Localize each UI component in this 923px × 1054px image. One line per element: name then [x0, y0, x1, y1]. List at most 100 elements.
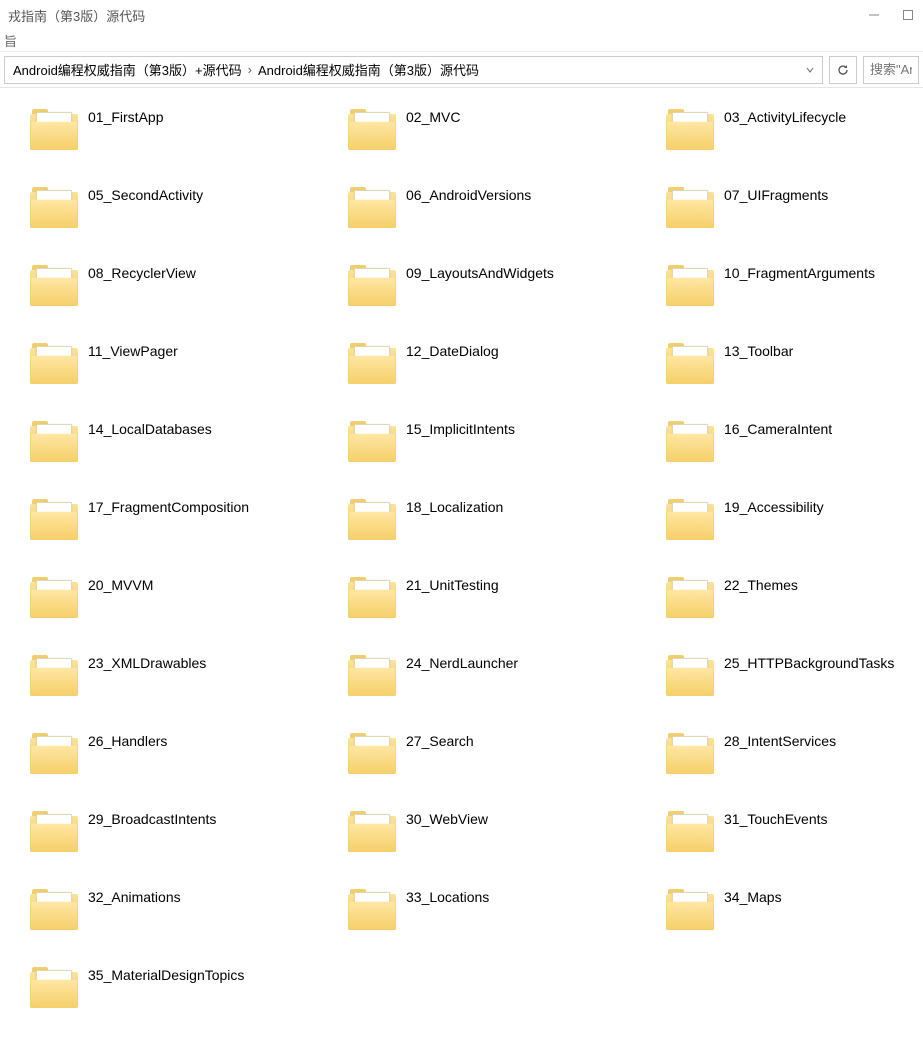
folder-item[interactable]: 26_Handlers [28, 728, 328, 780]
search-input[interactable] [863, 56, 919, 84]
folder-item[interactable]: 35_MaterialDesignTopics [28, 962, 328, 1014]
folder-icon [666, 418, 714, 466]
folder-item[interactable]: 23_XMLDrawables [28, 650, 328, 702]
folder-item[interactable]: 12_DateDialog [346, 338, 646, 390]
folder-label: 03_ActivityLifecycle [724, 106, 846, 126]
breadcrumb-dropdown-icon[interactable] [802, 62, 818, 77]
folder-label: 32_Animations [88, 886, 181, 906]
refresh-button[interactable] [829, 56, 857, 84]
folder-item[interactable]: 33_Locations [346, 884, 646, 936]
folder-item[interactable]: 17_FragmentComposition [28, 494, 328, 546]
folder-item[interactable]: 20_MVVM [28, 572, 328, 624]
breadcrumb[interactable]: Android编程权威指南（第3版）+源代码 › Android编程权威指南（第… [4, 56, 823, 84]
folder-icon [666, 496, 714, 544]
folder-item[interactable]: 07_UIFragments [664, 182, 923, 234]
ribbon-stub-text: 旨 [4, 31, 17, 50]
maximize-button[interactable] [901, 8, 915, 22]
folder-label: 11_ViewPager [88, 340, 178, 360]
folder-label: 24_NerdLauncher [406, 652, 518, 672]
folder-item[interactable]: 13_Toolbar [664, 338, 923, 390]
folder-icon [348, 574, 396, 622]
folder-item[interactable]: 19_Accessibility [664, 494, 923, 546]
folder-icon [348, 652, 396, 700]
folder-icon [348, 730, 396, 778]
folder-item[interactable]: 08_RecyclerView [28, 260, 328, 312]
folder-icon [666, 574, 714, 622]
folder-icon [666, 106, 714, 154]
folder-icon [666, 808, 714, 856]
folder-label: 30_WebView [406, 808, 488, 828]
folder-label: 05_SecondActivity [88, 184, 203, 204]
folder-icon [30, 340, 78, 388]
folder-icon [666, 886, 714, 934]
folder-label: 15_ImplicitIntents [406, 418, 515, 438]
folder-label: 27_Search [406, 730, 474, 750]
address-row: Android编程权威指南（第3版）+源代码 › Android编程权威指南（第… [0, 52, 923, 88]
folder-label: 09_LayoutsAndWidgets [406, 262, 554, 282]
folder-item[interactable]: 16_CameraIntent [664, 416, 923, 468]
folder-label: 13_Toolbar [724, 340, 793, 360]
folder-label: 12_DateDialog [406, 340, 499, 360]
folder-icon [30, 808, 78, 856]
folder-label: 01_FirstApp [88, 106, 163, 126]
folder-item[interactable]: 31_TouchEvents [664, 806, 923, 858]
folder-item[interactable]: 10_FragmentArguments [664, 260, 923, 312]
ribbon-area: 旨 [0, 30, 923, 52]
breadcrumb-segment-0[interactable]: Android编程权威指南（第3版）+源代码 [9, 60, 246, 79]
folder-label: 29_BroadcastIntents [88, 808, 216, 828]
folder-item[interactable]: 09_LayoutsAndWidgets [346, 260, 646, 312]
folder-label: 07_UIFragments [724, 184, 828, 204]
folder-icon [30, 574, 78, 622]
folder-grid: 01_FirstApp 02_MVC 03_ActivityLifecycle 05_… [28, 104, 915, 1014]
folder-item[interactable]: 27_Search [346, 728, 646, 780]
breadcrumb-segment-1[interactable]: Android编程权威指南（第3版）源代码 [254, 60, 483, 79]
folder-icon [348, 496, 396, 544]
folder-icon [348, 418, 396, 466]
folder-item[interactable]: 32_Animations [28, 884, 328, 936]
folder-label: 28_IntentServices [724, 730, 836, 750]
folder-item[interactable]: 34_Maps [664, 884, 923, 936]
window-title: 戎指南（第3版）源代码 [8, 6, 867, 25]
folder-label: 19_Accessibility [724, 496, 824, 516]
folder-item[interactable]: 21_UnitTesting [346, 572, 646, 624]
folder-item[interactable]: 05_SecondActivity [28, 182, 328, 234]
folder-icon [348, 808, 396, 856]
folder-item[interactable]: 03_ActivityLifecycle [664, 104, 923, 156]
folder-label: 23_XMLDrawables [88, 652, 206, 672]
folder-item[interactable]: 11_ViewPager [28, 338, 328, 390]
folder-label: 31_TouchEvents [724, 808, 828, 828]
refresh-icon [836, 63, 850, 77]
folder-item[interactable]: 30_WebView [346, 806, 646, 858]
folder-label: 18_Localization [406, 496, 503, 516]
folder-item[interactable]: 06_AndroidVersions [346, 182, 646, 234]
folder-item[interactable]: 24_NerdLauncher [346, 650, 646, 702]
folder-item[interactable]: 01_FirstApp [28, 104, 328, 156]
folder-item[interactable]: 14_LocalDatabases [28, 416, 328, 468]
folder-icon [348, 106, 396, 154]
folder-label: 10_FragmentArguments [724, 262, 875, 282]
folder-label: 25_HTTPBackgroundTasks [724, 652, 894, 672]
folder-label: 33_Locations [406, 886, 489, 906]
folder-item[interactable]: 28_IntentServices [664, 728, 923, 780]
folder-item[interactable]: 29_BroadcastIntents [28, 806, 328, 858]
folder-label: 16_CameraIntent [724, 418, 832, 438]
folder-label: 02_MVC [406, 106, 460, 126]
window-controls [867, 8, 915, 22]
folder-label: 21_UnitTesting [406, 574, 499, 594]
folder-icon [30, 964, 78, 1012]
folder-item[interactable]: 02_MVC [346, 104, 646, 156]
minimize-button[interactable] [867, 8, 881, 22]
folder-icon [30, 418, 78, 466]
folder-icon [30, 184, 78, 232]
folder-item[interactable]: 18_Localization [346, 494, 646, 546]
folder-icon [30, 886, 78, 934]
folder-icon [30, 496, 78, 544]
folder-item[interactable]: 22_Themes [664, 572, 923, 624]
folder-label: 17_FragmentComposition [88, 496, 249, 516]
folder-label: 26_Handlers [88, 730, 167, 750]
folder-label: 20_MVVM [88, 574, 153, 594]
breadcrumb-separator-icon: › [246, 62, 254, 77]
folder-item[interactable]: 25_HTTPBackgroundTasks [664, 650, 923, 702]
folder-icon [666, 730, 714, 778]
folder-item[interactable]: 15_ImplicitIntents [346, 416, 646, 468]
